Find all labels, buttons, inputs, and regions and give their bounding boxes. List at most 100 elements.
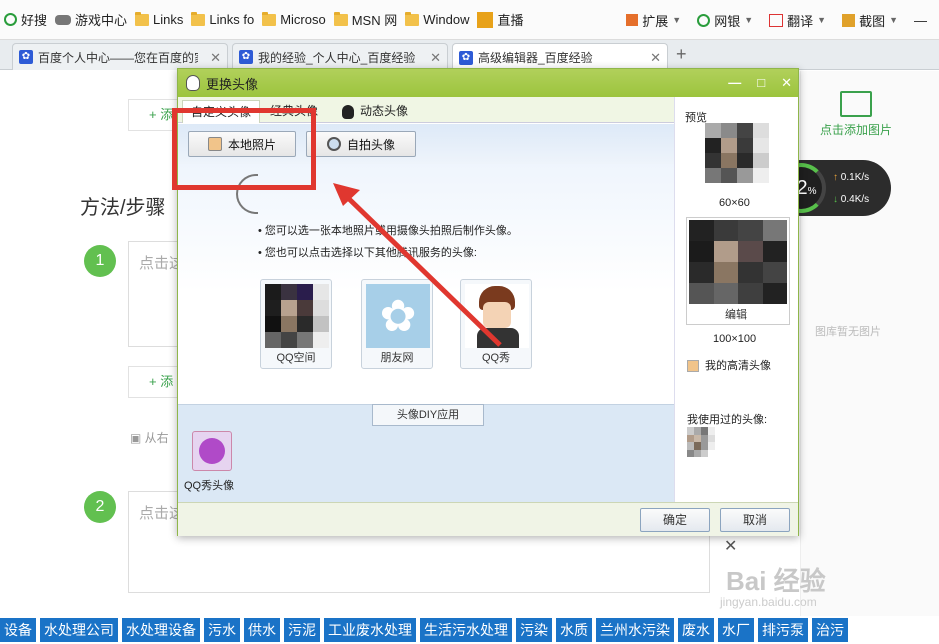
diy-panel: 头像DIY应用 — [178, 404, 674, 514]
service-qqshow[interactable]: QQ秀 — [460, 279, 532, 369]
screenshot-button[interactable]: 截图 ▼ — [834, 8, 906, 32]
translate-icon — [769, 13, 784, 27]
watermark-url: jingyan.baidu.com — [720, 595, 817, 609]
scissors-icon — [842, 13, 856, 27]
grid-icon — [626, 14, 639, 26]
selfie-button[interactable]: 自拍头像 — [306, 131, 416, 157]
service-qzone[interactable]: QQ空间 — [260, 279, 332, 369]
ad-keyword[interactable]: 设备 — [0, 618, 36, 642]
person-icon — [687, 360, 699, 373]
no-image-text: 图库暂无图片 — [815, 326, 881, 338]
toolbar-label: 网银 — [714, 13, 741, 29]
bookmark-label: Links — [153, 12, 184, 27]
ad-keyword[interactable]: 排污泵 — [758, 618, 808, 642]
dy-icon — [477, 11, 494, 28]
ad-keyword[interactable]: 治污 — [812, 618, 848, 642]
bookmark-links[interactable]: Links — [133, 8, 189, 32]
ad-keyword[interactable]: 生活污水处理 — [420, 618, 512, 642]
bookmark-msn[interactable]: MSN 网 — [332, 8, 404, 32]
yen-icon — [697, 13, 711, 27]
maximize-button[interactable]: □ — [757, 75, 765, 91]
hint-local-text: 您可以选一张本地照片或用摄像头拍照后制作头像。 — [264, 225, 518, 237]
toolbar-label: 翻译 — [787, 13, 814, 29]
baidu-watermark: Bai 经验 — [726, 566, 826, 596]
qzone-avatar-image — [265, 284, 329, 348]
arrow-down-icon: ↓ — [833, 194, 838, 205]
close-icon[interactable]: ✕ — [650, 50, 661, 66]
used-avatar-thumb[interactable] — [687, 427, 715, 457]
ad-keyword[interactable]: 工业废水处理 — [324, 618, 416, 642]
bookmark-live[interactable]: 直播 — [475, 8, 529, 32]
ad-keyword[interactable]: 水处理公司 — [40, 618, 118, 642]
new-tab-button[interactable]: + — [676, 44, 687, 65]
preview-label: 预览 — [685, 112, 707, 124]
tab-label: 我的经验_个人中心_百度经验 — [258, 50, 416, 65]
close-button[interactable]: ✕ — [781, 75, 792, 91]
upload-rate: ↑ 0.1K/s — [833, 172, 869, 183]
tab-label: 高级编辑器_百度经验 — [478, 51, 593, 65]
bookmark-label: Links fo — [209, 12, 255, 27]
bookmark-label: Microso — [280, 12, 326, 27]
webcam-icon — [326, 137, 341, 151]
translate-button[interactable]: 翻译 ▼ — [761, 8, 834, 32]
close-icon[interactable]: ✕ — [430, 50, 441, 66]
edit-link[interactable]: 编辑 — [725, 306, 747, 322]
ad-keyword[interactable]: 水处理设备 — [122, 618, 200, 642]
step-number-1: 1 — [84, 245, 116, 277]
tab-my-experience[interactable]: ✿ 我的经验_个人中心_百度经验 ✕ — [232, 43, 448, 70]
ad-keyword[interactable]: 供水 — [244, 618, 280, 642]
haosou-icon — [4, 13, 17, 26]
tab-baidu-personal[interactable]: ✿ 百度个人中心——您在百度的家 ✕ — [12, 43, 228, 70]
bookmark-links-fo[interactable]: Links fo — [189, 8, 260, 32]
service-pengyou[interactable]: ✿ 朋友网 — [361, 279, 433, 369]
bookmark-haosou[interactable]: 好搜 — [2, 8, 53, 32]
chevron-down-icon: ▼ — [817, 15, 827, 25]
size-small-label: 60×60 — [719, 197, 750, 209]
ad-keyword[interactable]: 水厂 — [718, 618, 754, 642]
hint-services: • 您也可以点击选择以下其他腾讯服务的头像: — [258, 247, 477, 259]
toolbar-label: 截图 — [859, 13, 886, 29]
ad-keyword[interactable]: 水质 — [556, 618, 592, 642]
ad-keyword-bar: 设备 水处理公司 水处理设备 污水 供水 污泥 工业废水处理 生活污水处理 污染… — [0, 616, 939, 644]
ad-keyword[interactable]: 废水 — [678, 618, 714, 642]
ebank-button[interactable]: 网银 ▼ — [689, 8, 761, 32]
bookmark-label: MSN 网 — [351, 13, 398, 28]
bookmark-label: 直播 — [497, 13, 524, 28]
bookmark-window[interactable]: Window — [403, 8, 475, 32]
tab-animated-avatar[interactable]: 动态头像 — [334, 100, 416, 123]
tab-label: 动态头像 — [360, 104, 409, 118]
qqshow-avatar-app[interactable] — [192, 431, 232, 471]
close-icon[interactable]: ✕ — [724, 536, 737, 556]
folder-icon — [191, 11, 206, 26]
dialog-titlebar[interactable]: 更换头像 — □ ✕ — [178, 69, 798, 97]
ad-keyword[interactable]: 兰州水污染 — [596, 618, 674, 642]
ad-keyword[interactable]: 污水 — [204, 618, 240, 642]
ad-keyword[interactable]: 污染 — [516, 618, 552, 642]
tab-strip: ✿ 百度个人中心——您在百度的家 ✕ ✿ 我的经验_个人中心_百度经验 ✕ ✿ … — [0, 40, 939, 71]
baidu-paw-icon: ✿ — [239, 50, 253, 64]
add-image-button[interactable]: 点击添加图片 — [818, 91, 894, 138]
ok-button[interactable]: 确定 — [640, 508, 710, 532]
download-value: 0.4 — [840, 194, 855, 205]
hd-avatar-link[interactable]: 我的高清头像 — [687, 357, 771, 373]
speed-percent-unit: % — [807, 186, 817, 197]
section-title: 方法/步骤 — [80, 197, 166, 219]
avatar-diy-button[interactable]: 头像DIY应用 — [372, 404, 484, 426]
extensions-button[interactable]: 扩展 ▼ — [618, 8, 689, 32]
highlight-box — [172, 108, 316, 190]
bookmark-games[interactable]: 游戏中心 — [53, 8, 133, 32]
cancel-button[interactable]: 取消 — [720, 508, 790, 532]
selfie-label: 自拍头像 — [346, 137, 395, 152]
bookmarks-bar: 好搜 游戏中心 Links Links fo Microso MSN 网 Win… — [0, 0, 939, 40]
bookmark-microso[interactable]: Microso — [260, 8, 332, 32]
upload-value: 0.1 — [840, 172, 855, 183]
toolbar-label: 扩展 — [642, 13, 669, 29]
tab-advanced-editor[interactable]: ✿ 高级编辑器_百度经验 ✕ — [452, 43, 668, 71]
minimize-toolbar-button[interactable]: — — [906, 8, 935, 32]
ad-keyword[interactable]: 污泥 — [284, 618, 320, 642]
window-controls: — □ ✕ — [728, 75, 792, 91]
minimize-button[interactable]: — — [728, 75, 741, 91]
close-icon[interactable]: ✕ — [210, 50, 221, 66]
dialog-footer: 确定 取消 — [178, 502, 798, 536]
qqshow-avatar-image — [465, 284, 529, 348]
